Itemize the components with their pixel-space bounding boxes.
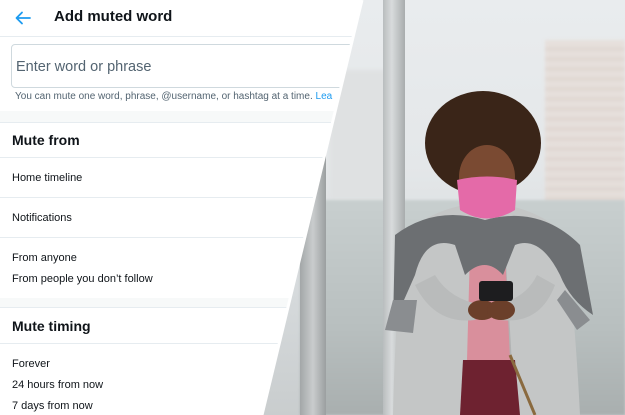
- option-7-days[interactable]: 7 days from now: [12, 400, 93, 412]
- arrow-left-icon: [15, 11, 31, 25]
- woman-with-phone-illustration: [385, 91, 593, 415]
- help-text-body: You can mute one word, phrase, @username…: [15, 91, 313, 102]
- help-text: You can mute one word, phrase, @username…: [15, 91, 332, 102]
- option-home-timeline[interactable]: Home timeline: [12, 172, 82, 184]
- page-header: Add muted word: [0, 0, 362, 36]
- page-title: Add muted word: [54, 8, 173, 25]
- mute-from-heading: Mute from: [12, 132, 80, 148]
- learn-more-link[interactable]: Lea: [316, 91, 333, 102]
- option-from-anyone[interactable]: From anyone: [12, 252, 77, 264]
- muted-word-field[interactable]: [11, 44, 362, 88]
- header-divider: [0, 36, 362, 37]
- mute-timing-heading: Mute timing: [12, 318, 91, 334]
- muted-word-input[interactable]: [16, 55, 346, 79]
- option-24-hours[interactable]: 24 hours from now: [12, 379, 103, 391]
- option-notifications[interactable]: Notifications: [12, 212, 72, 224]
- back-button[interactable]: [14, 9, 32, 27]
- option-forever[interactable]: Forever: [12, 358, 50, 370]
- option-from-non-followers[interactable]: From people you don’t follow: [12, 273, 153, 285]
